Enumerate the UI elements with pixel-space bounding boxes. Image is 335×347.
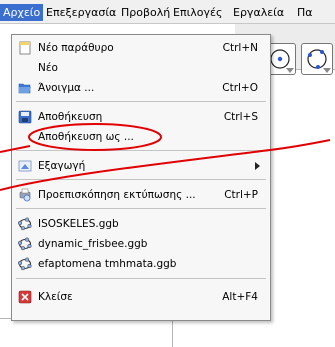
file-menu-dropdown: Νέο παράθυρο Ctrl+N Νέο Άνοιγμα ... Ctrl… — [11, 34, 271, 321]
save-icon — [18, 110, 32, 124]
tool-button-circle-three-points[interactable] — [301, 43, 333, 75]
menu-tools[interactable]: Εργαλεία — [230, 4, 287, 21]
menu-item-label: Κλείσε — [38, 291, 73, 303]
menu-item-open[interactable]: Άνοιγμα ... Ctrl+O — [12, 78, 270, 98]
menu-item-shortcut: Ctrl+S — [223, 111, 258, 123]
menu-bar: Αρχείο Επεξεργασία Προβολή Επιλογές Εργα… — [0, 0, 335, 24]
menu-separator — [16, 278, 266, 279]
export-icon — [18, 160, 32, 172]
menu-item-label: efaptomena tmhmata.ggb — [38, 258, 177, 270]
menu-options[interactable]: Επιλογές — [170, 4, 225, 21]
geogebra-file-icon — [18, 257, 32, 271]
new-window-icon — [19, 41, 31, 55]
menu-item-label: ISOSKELES.ggb — [38, 218, 119, 230]
menu-edit[interactable]: Επεξεργασία — [43, 4, 119, 21]
menu-item-label: Προεπισκόπηση εκτύπωσης ... — [38, 189, 196, 201]
menu-item-new-window[interactable]: Νέο παράθυρο Ctrl+N — [12, 38, 270, 58]
menu-more[interactable]: Πα — [294, 4, 316, 21]
menu-item-export[interactable]: Εξαγωγή — [12, 156, 270, 176]
menu-item-label: Αποθήκευση ως ... — [38, 131, 134, 143]
menu-item-shortcut: Alt+F4 — [222, 291, 258, 303]
menu-item-recent-file[interactable]: efaptomena tmhmata.ggb — [12, 254, 270, 274]
menu-item-new[interactable]: Νέο — [12, 58, 270, 78]
menu-item-label: Νέο παράθυρο — [38, 42, 114, 54]
menu-item-label: dynamic_frisbee.ggb — [38, 238, 148, 250]
menu-item-label: Άνοιγμα ... — [38, 82, 95, 94]
open-folder-icon — [18, 83, 31, 94]
dropdown-triangle-icon — [323, 68, 331, 73]
submenu-arrow-icon — [255, 162, 260, 170]
menu-item-recent-file[interactable]: ISOSKELES.ggb — [12, 214, 270, 234]
menu-item-label: Αποθήκευση — [38, 111, 103, 123]
menu-item-label: Εξαγωγή — [38, 160, 86, 172]
menu-separator — [16, 179, 266, 180]
close-icon — [18, 290, 32, 304]
menu-item-close[interactable]: Κλείσε Alt+F4 — [12, 287, 270, 307]
geogebra-file-icon — [18, 217, 32, 231]
menu-item-save-as[interactable]: Αποθήκευση ως ... — [12, 127, 270, 147]
menu-file[interactable]: Αρχείο — [0, 4, 44, 21]
geogebra-file-icon — [18, 237, 32, 251]
menu-separator — [16, 150, 266, 151]
print-preview-icon — [19, 188, 31, 202]
menu-separator — [16, 208, 266, 209]
dropdown-triangle-icon — [286, 68, 294, 73]
menu-item-label: Νέο — [38, 62, 58, 74]
menu-view[interactable]: Προβολή — [118, 4, 173, 21]
menu-item-shortcut: Ctrl+O — [222, 82, 258, 94]
menu-item-recent-file[interactable]: dynamic_frisbee.ggb — [12, 234, 270, 254]
menu-item-save[interactable]: Αποθήκευση Ctrl+S — [12, 107, 270, 127]
menu-separator — [16, 101, 266, 102]
menu-item-shortcut: Ctrl+P — [224, 189, 258, 201]
menu-item-print-preview[interactable]: Προεπισκόπηση εκτύπωσης ... Ctrl+P — [12, 185, 270, 205]
menu-item-shortcut: Ctrl+N — [222, 42, 258, 54]
